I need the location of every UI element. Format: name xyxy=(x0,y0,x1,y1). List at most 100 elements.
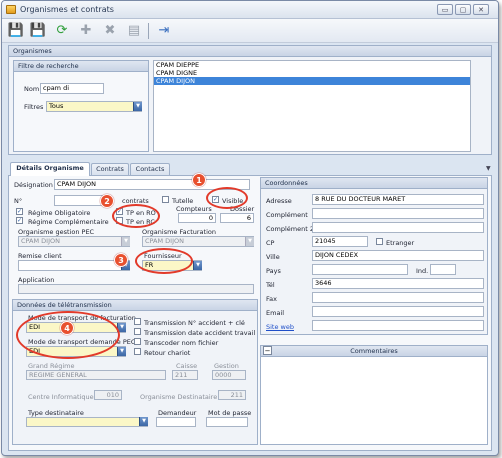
regime-obligatoire-checkbox[interactable]: ✓ xyxy=(16,208,23,215)
demandeur-label: Demandeur xyxy=(158,409,197,417)
mot-de-passe-input[interactable] xyxy=(206,417,248,427)
filter-title: Filtre de recherche xyxy=(14,61,148,72)
gestion-pec-label: Organisme gestion PEC xyxy=(18,228,95,236)
chevron-down-icon[interactable]: ▼ xyxy=(121,237,130,246)
pays-input[interactable] xyxy=(312,264,408,275)
list-item[interactable]: CPAM DIEPPE xyxy=(154,61,470,69)
transmission-date-label: Transmission date accident travail xyxy=(144,329,256,337)
tab-contacts[interactable]: Contacts xyxy=(130,163,170,175)
tel-input[interactable]: 3646 xyxy=(312,278,484,289)
complement-input[interactable] xyxy=(312,208,484,219)
filter-panel: Filtre de recherche Nom cpam di Filtres … xyxy=(13,60,149,152)
pays-label: Pays xyxy=(266,267,281,275)
gestion-label: Gestion xyxy=(214,362,239,370)
tab-contrats[interactable]: Contrats xyxy=(91,163,129,175)
annotation-circle-fournisseur xyxy=(135,248,193,274)
save-icon[interactable]: 💾 xyxy=(6,22,26,40)
organismes-header: Organismes xyxy=(9,46,491,57)
transmission-date-checkbox[interactable] xyxy=(134,328,141,335)
nom-input[interactable]: cpam di xyxy=(40,83,104,94)
gestion-pec-select[interactable]: CPAM DIJON xyxy=(18,236,130,247)
caisse-label: Caisse xyxy=(176,362,198,370)
tab-details-organisme[interactable]: Détails Organisme xyxy=(10,162,90,176)
commentaires-header: Commentaires xyxy=(261,346,487,357)
annotation-circle-visible xyxy=(206,187,248,209)
filtres-label: Filtres xyxy=(24,103,44,111)
list-item-selected[interactable]: CPAM DIJON xyxy=(154,77,470,85)
complement2-input[interactable] xyxy=(312,222,484,233)
tutelle-checkbox[interactable] xyxy=(162,196,169,203)
annotation-circle-tp xyxy=(112,204,160,228)
annotation-badge-2: 2 xyxy=(100,194,114,208)
close-button[interactable]: ✕ xyxy=(473,4,489,15)
add-icon[interactable]: ✚ xyxy=(76,22,96,40)
minimize-button[interactable]: ▭ xyxy=(437,4,453,15)
list-icon[interactable]: ▤ xyxy=(124,22,144,40)
save-all-icon[interactable]: 💾 xyxy=(28,22,48,40)
adresse-label: Adresse xyxy=(266,197,292,205)
chevron-down-icon[interactable]: ▼ xyxy=(245,237,254,246)
organismes-section: Organismes Filtre de recherche Nom cpam … xyxy=(8,45,492,155)
cp-label: CP xyxy=(266,239,275,247)
ind-input[interactable] xyxy=(430,264,456,275)
chevron-down-icon[interactable]: ▼ xyxy=(486,165,491,172)
chevron-down-icon[interactable]: ▼ xyxy=(139,417,148,426)
facturation-label: Organisme Facturation xyxy=(142,228,216,236)
compteur-1-field[interactable]: 0 xyxy=(178,213,216,223)
demandeur-input[interactable] xyxy=(156,417,196,427)
annotation-badge-4: 4 xyxy=(60,321,74,335)
chevron-down-icon[interactable]: ▼ xyxy=(117,347,126,356)
type-destinataire-select[interactable] xyxy=(26,417,148,427)
caisse-field: 211 xyxy=(172,370,198,380)
commentaires-title: Commentaires xyxy=(350,347,398,355)
grand-regime-label: Grand Régime xyxy=(28,362,75,370)
organismes-list[interactable]: CPAM DIEPPE CPAM DIGNE CPAM DIJON xyxy=(153,60,471,152)
compteur-2-field[interactable]: 6 xyxy=(220,213,254,223)
commentaires-section: Commentaires xyxy=(260,345,488,445)
coordonnees-header: Coordonnées xyxy=(261,178,487,189)
retour-chariot-checkbox[interactable] xyxy=(134,348,141,355)
complement2-label: Complément 2 xyxy=(266,225,314,233)
refresh-icon[interactable]: ⟳ xyxy=(52,22,72,40)
chevron-down-icon[interactable]: ▼ xyxy=(193,261,202,270)
organisme-destinataire-field: 211 xyxy=(218,390,246,400)
remise-input[interactable] xyxy=(18,260,130,271)
transcoder-checkbox[interactable] xyxy=(134,338,141,345)
email-input[interactable] xyxy=(312,306,484,317)
collapse-icon[interactable]: − xyxy=(263,346,272,355)
window-title: Organismes et contrats xyxy=(20,5,114,14)
ville-input[interactable]: DIJON CEDEX xyxy=(312,250,484,261)
organisme-destinataire-label: Organisme Destinataire xyxy=(140,393,218,401)
fax-input[interactable] xyxy=(312,292,484,303)
adresse-input[interactable]: 8 RUE DU DOCTEUR MARET xyxy=(312,194,484,205)
application-field[interactable] xyxy=(18,284,254,294)
compteurs-label: Compteurs xyxy=(176,205,212,213)
ind-label: Ind. xyxy=(416,267,429,275)
app-icon xyxy=(6,5,16,14)
annotation-circle-edi xyxy=(16,311,120,359)
site-web-input[interactable] xyxy=(312,320,484,331)
list-item[interactable]: CPAM DIGNE xyxy=(154,69,470,77)
email-label: Email xyxy=(266,309,285,317)
exit-icon[interactable]: ⇥ xyxy=(154,22,174,40)
chevron-down-icon[interactable]: ▼ xyxy=(133,102,142,111)
title-bar: Organismes et contrats ▭ ▢ ✕ xyxy=(2,1,498,19)
filtres-select[interactable]: Tous xyxy=(46,101,142,112)
site-web-link[interactable]: Site web xyxy=(266,323,294,331)
facturation-select[interactable]: CPAM DIJON xyxy=(142,236,254,247)
tel-label: Tél xyxy=(266,281,275,289)
annotation-badge-1: 1 xyxy=(192,173,206,187)
toolbar: 💾 💾 ⟳ ✚ ✖ ▤ ⇥ xyxy=(2,19,498,43)
nom-label: Nom xyxy=(24,85,40,93)
etranger-checkbox[interactable] xyxy=(376,238,383,245)
cp-input[interactable]: 21045 xyxy=(312,236,368,247)
delete-icon[interactable]: ✖ xyxy=(100,22,120,40)
grand-regime-field: REGIME GENERAL xyxy=(26,370,166,380)
regime-complementaire-checkbox[interactable]: ✓ xyxy=(16,217,23,224)
fax-label: Fax xyxy=(266,295,277,303)
designation-label: Désignation xyxy=(14,181,53,189)
application-label: Application xyxy=(18,276,55,284)
transmission-accident-checkbox[interactable] xyxy=(134,318,141,325)
maximize-button[interactable]: ▢ xyxy=(455,4,471,15)
remise-label: Remise client xyxy=(18,252,62,260)
